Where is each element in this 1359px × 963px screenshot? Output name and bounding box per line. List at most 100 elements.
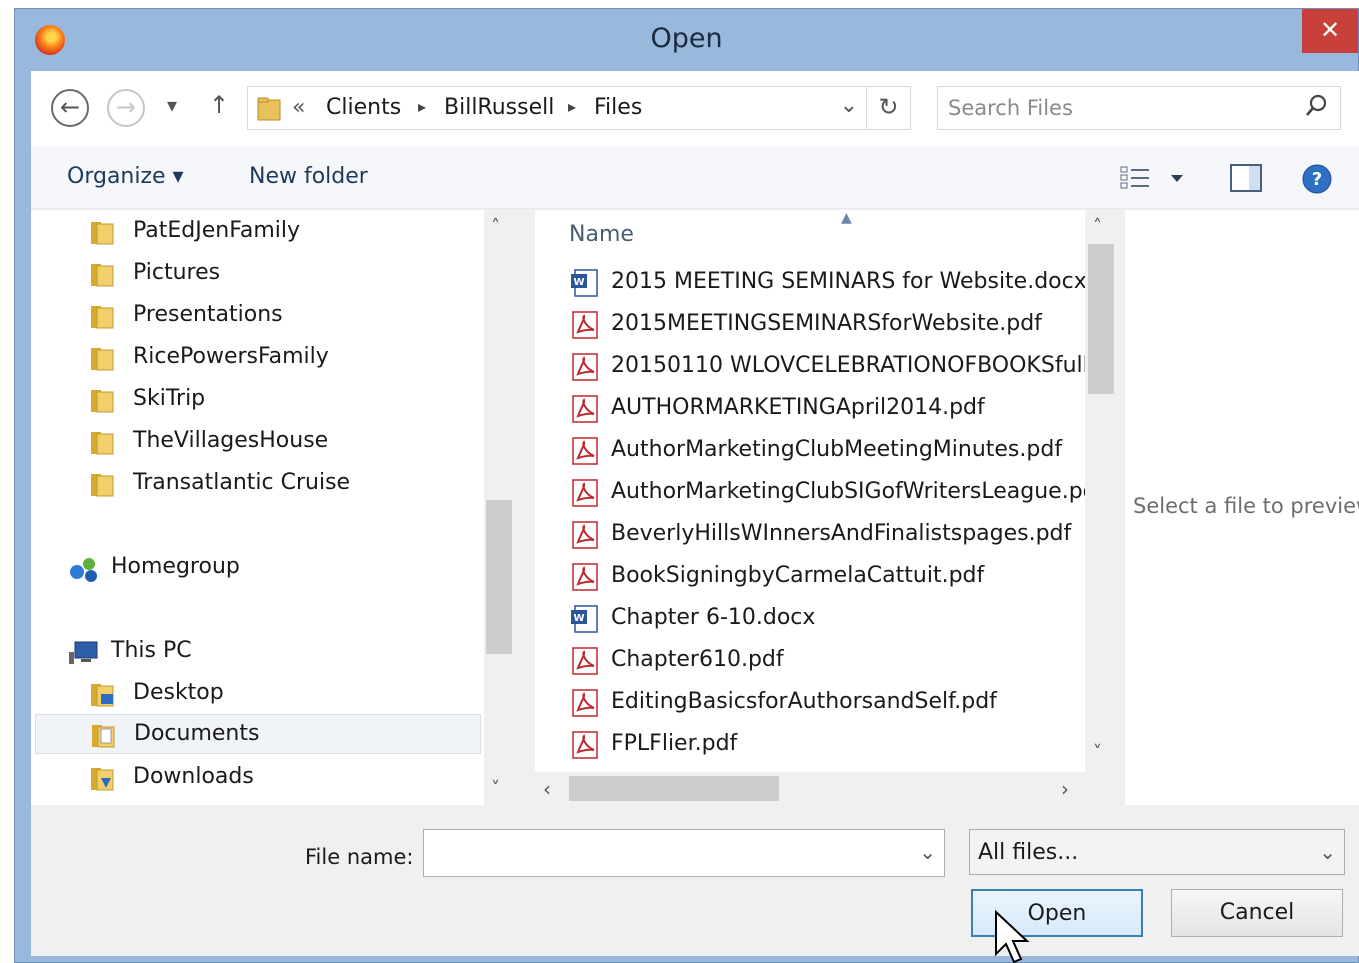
close-button[interactable]: ✕ xyxy=(1302,9,1358,53)
up-button[interactable]: ↑ xyxy=(209,91,229,119)
file-type-select[interactable]: All files... ⌄ xyxy=(969,829,1345,875)
tree-item-skitrip[interactable]: SkiTrip xyxy=(87,380,477,420)
search-icon[interactable] xyxy=(1304,93,1328,119)
breadcrumb-billrussell[interactable]: BillRussell xyxy=(444,95,554,120)
scroll-left-icon[interactable]: ‹ xyxy=(543,777,551,801)
file-row[interactable]: Chapter610.pdf xyxy=(569,640,1085,680)
dialog-body: ← → ▾ ↑ « Clients ▸ BillRussell ▸ Files … xyxy=(31,71,1359,956)
tree-item-desktop[interactable]: Desktop xyxy=(87,674,477,714)
scroll-up-icon[interactable]: ˄ xyxy=(491,216,500,237)
svg-text:W: W xyxy=(573,613,584,624)
documents-folder-icon xyxy=(92,725,115,748)
chevron-down-icon[interactable]: ⌄ xyxy=(1319,840,1336,864)
forward-button[interactable]: → xyxy=(107,89,145,127)
folder-icon xyxy=(91,474,114,497)
scroll-down-icon[interactable]: ˅ xyxy=(1093,742,1102,763)
file-row[interactable]: AUTHORMARKETINGApril2014.pdf xyxy=(569,388,1085,428)
file-row[interactable]: W Chapter 6-10.docx xyxy=(569,598,1085,638)
desktop-folder-icon xyxy=(91,684,114,707)
file-list-vertical-scrollbar[interactable]: ˄ ˅ xyxy=(1085,210,1117,772)
scroll-up-icon[interactable]: ˄ xyxy=(1093,216,1102,237)
tree-item-thevillageshouse[interactable]: TheVillagesHouse xyxy=(87,422,477,462)
word-document-icon: W xyxy=(571,605,598,633)
tree-item-label: Transatlantic Cruise xyxy=(133,470,351,495)
navigation-pane-scrollbar[interactable]: ˄ ˅ xyxy=(484,210,514,805)
scroll-right-icon[interactable]: › xyxy=(1061,777,1069,801)
tree-item-patedjenfamily[interactable]: PatEdJenFamily xyxy=(87,212,477,252)
navigation-bar: ← → ▾ ↑ « Clients ▸ BillRussell ▸ Files … xyxy=(31,71,1359,147)
file-list[interactable]: ▲ Name W 2015 MEETING SEMINARS for Websit… xyxy=(535,210,1085,805)
tree-item-this-pc[interactable]: This PC xyxy=(67,632,477,672)
address-bar[interactable]: « Clients ▸ BillRussell ▸ Files ⌄ ↻ xyxy=(247,86,911,130)
tree-item-downloads[interactable]: Downloads xyxy=(87,758,477,798)
address-dropdown-icon[interactable]: ⌄ xyxy=(840,93,858,118)
scroll-down-icon[interactable]: ˅ xyxy=(491,778,500,799)
recent-locations-button[interactable]: ▾ xyxy=(167,93,177,117)
word-document-icon: W xyxy=(571,269,598,297)
cancel-button[interactable]: Cancel xyxy=(1171,889,1343,937)
file-row[interactable]: 20150110 WLOVCELEBRATIONOFBOOKSfullp xyxy=(569,346,1085,386)
file-name: 2015 MEETING SEMINARS for Website.docx xyxy=(611,269,1085,294)
tree-item-ricepowersfamily[interactable]: RicePowersFamily xyxy=(87,338,477,378)
tree-item-homegroup[interactable]: Homegroup xyxy=(67,548,477,588)
breadcrumb-separator-icon[interactable]: ▸ xyxy=(568,97,576,116)
file-row[interactable]: EditingBasicsforAuthorsandSelf.pdf xyxy=(569,682,1085,722)
folder-icon xyxy=(91,264,114,287)
tree-item-label: RicePowersFamily xyxy=(133,344,329,369)
folder-icon xyxy=(91,222,114,245)
file-name-field[interactable]: ⌄ xyxy=(423,829,945,877)
refresh-button[interactable]: ↻ xyxy=(866,87,910,129)
svg-text:?: ? xyxy=(1312,169,1322,190)
scrollbar-thumb[interactable] xyxy=(569,776,779,801)
sort-ascending-icon: ▲ xyxy=(841,210,852,226)
tree-item-label: PatEdJenFamily xyxy=(133,218,301,243)
tree-item-pictures[interactable]: Pictures xyxy=(87,254,477,294)
window-title: Open xyxy=(650,23,723,54)
tree-item-label: Desktop xyxy=(133,680,224,705)
mouse-cursor-icon xyxy=(995,910,1030,963)
file-name: BeverlyHillsWInnersAndFinalistspages.pdf xyxy=(611,521,1072,546)
scrollbar-thumb[interactable] xyxy=(1088,244,1114,394)
pdf-document-icon xyxy=(572,353,598,381)
search-box[interactable] xyxy=(937,86,1341,130)
tree-item-documents[interactable]: Documents xyxy=(35,714,481,754)
file-row[interactable]: 2015MEETINGSEMINARSforWebsite.pdf xyxy=(569,304,1085,344)
folder-icon xyxy=(91,390,114,413)
file-row[interactable]: FPLFlier.pdf xyxy=(569,724,1085,764)
pdf-document-icon xyxy=(572,437,598,465)
navigation-pane[interactable]: PatEdJenFamily Pictures Presentations Ri… xyxy=(31,210,514,805)
tree-item-label: SkiTrip xyxy=(133,386,206,411)
new-folder-button[interactable]: New folder xyxy=(249,164,368,189)
breadcrumb-files[interactable]: Files xyxy=(594,95,642,120)
file-name: FPLFlier.pdf xyxy=(611,731,738,756)
pdf-document-icon xyxy=(572,479,598,507)
tree-item-transatlantic-cruise[interactable]: Transatlantic Cruise xyxy=(87,464,477,504)
dialog-footer: File name: ⌄ All files... ⌄ Open Cancel xyxy=(31,805,1359,956)
scrollbar-thumb[interactable] xyxy=(486,500,512,654)
breadcrumb-separator-icon[interactable]: ▸ xyxy=(418,97,426,116)
column-header-name[interactable]: Name xyxy=(569,222,634,247)
folder-icon xyxy=(257,97,281,121)
file-row[interactable]: W 2015 MEETING SEMINARS for Website.docx xyxy=(569,262,1085,302)
preview-pane-icon[interactable] xyxy=(1229,163,1263,193)
back-button[interactable]: ← xyxy=(51,89,89,127)
breadcrumb-overflow-icon[interactable]: « xyxy=(292,95,305,120)
breadcrumb-clients[interactable]: Clients xyxy=(326,95,401,120)
organize-button[interactable]: Organize ▾ xyxy=(67,164,184,189)
file-list-horizontal-scrollbar[interactable]: ‹ › xyxy=(535,772,1085,805)
search-input[interactable] xyxy=(948,93,1288,123)
command-bar: Organize ▾ New folder ? xyxy=(31,147,1359,209)
title-bar[interactable]: Open ✕ xyxy=(15,9,1358,71)
file-name: Chapter 6-10.docx xyxy=(611,605,816,630)
file-row[interactable]: AuthorMarketingClubSIGofWritersLeague.pd… xyxy=(569,472,1085,512)
tree-item-presentations[interactable]: Presentations xyxy=(87,296,477,336)
file-row[interactable]: AuthorMarketingClubMeetingMinutes.pdf xyxy=(569,430,1085,470)
preview-message: Select a file to preview. xyxy=(1133,494,1359,518)
svg-text:W: W xyxy=(573,277,584,288)
help-icon[interactable]: ? xyxy=(1301,163,1333,195)
file-row[interactable]: BookSigningbyCarmelaCattuit.pdf xyxy=(569,556,1085,596)
file-row[interactable]: BeverlyHillsWInnersAndFinalistspages.pdf xyxy=(569,514,1085,554)
change-view-icon[interactable] xyxy=(1119,163,1191,193)
chevron-down-icon[interactable]: ⌄ xyxy=(919,840,936,864)
file-name: AuthorMarketingClubMeetingMinutes.pdf xyxy=(611,437,1063,462)
